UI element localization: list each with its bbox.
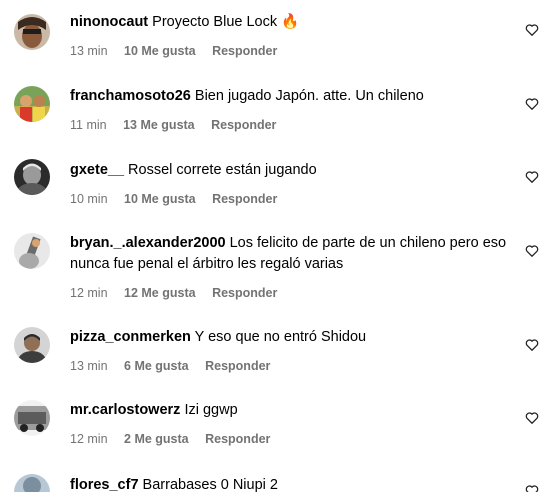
- avatar[interactable]: [14, 86, 50, 122]
- comment-time: 11 min: [70, 118, 107, 132]
- heart-icon[interactable]: [525, 97, 539, 111]
- comment-text: Proyecto Blue Lock 🔥: [152, 14, 300, 30]
- comment-username[interactable]: mr.carlostowerz: [70, 402, 180, 418]
- reply-button[interactable]: Responder: [212, 286, 277, 300]
- comment-text: Barrabases 0 Niupi 2: [142, 477, 278, 493]
- avatar[interactable]: [14, 233, 50, 269]
- reply-button[interactable]: Responder: [212, 192, 277, 206]
- avatar[interactable]: [14, 159, 50, 195]
- comment-body: franchamosoto26 Bien jugado Japón. atte.…: [70, 86, 510, 107]
- comment-meta: 13 min 10 Me gusta Responder: [70, 44, 290, 58]
- comment-username[interactable]: franchamosoto26: [70, 88, 191, 104]
- avatar[interactable]: [14, 327, 50, 363]
- comment-meta: 10 min 10 Me gusta Responder: [70, 192, 290, 206]
- comment-likes[interactable]: 10 Me gusta: [124, 44, 196, 58]
- comment-username[interactable]: ninonocaut: [70, 14, 148, 30]
- reply-button[interactable]: Responder: [205, 432, 270, 446]
- comment-meta: 11 min 13 Me gusta Responder: [70, 118, 289, 132]
- comment-body: mr.carlostowerz Izi ggwp: [70, 400, 510, 421]
- reply-button[interactable]: Responder: [211, 118, 276, 132]
- comment-likes[interactable]: 12 Me gusta: [124, 286, 196, 300]
- comment-likes[interactable]: 2 Me gusta: [124, 432, 189, 446]
- comment-username[interactable]: pizza_conmerken: [70, 329, 191, 345]
- comment-time: 13 min: [70, 44, 108, 58]
- reply-button[interactable]: Responder: [205, 359, 270, 373]
- comment-text: Izi ggwp: [184, 402, 238, 418]
- comment-time: 13 min: [70, 359, 108, 373]
- avatar[interactable]: [14, 14, 50, 50]
- reply-button[interactable]: Responder: [212, 44, 277, 58]
- comment-likes[interactable]: 6 Me gusta: [124, 359, 189, 373]
- comment-body: bryan._.alexander2000 Los felicito de pa…: [70, 233, 510, 275]
- heart-icon[interactable]: [525, 170, 539, 184]
- comment-time: 10 min: [70, 192, 108, 206]
- comment-username[interactable]: bryan._.alexander2000: [70, 235, 226, 251]
- comment-likes[interactable]: 10 Me gusta: [124, 192, 196, 206]
- comment-body: pizza_conmerken Y eso que no entró Shido…: [70, 327, 510, 348]
- comment-likes[interactable]: 13 Me gusta: [123, 118, 195, 132]
- comment-time: 12 min: [70, 286, 108, 300]
- comments-list: ninonocaut Proyecto Blue Lock 🔥 13 min 1…: [0, 0, 550, 504]
- comment-meta: 12 min 12 Me gusta Responder: [70, 286, 290, 300]
- heart-icon[interactable]: [525, 338, 539, 352]
- heart-icon[interactable]: [525, 244, 539, 258]
- comment-username[interactable]: flores_cf7: [70, 477, 139, 493]
- bottom-edge: [0, 492, 550, 504]
- comment-text: Y eso que no entró Shidou: [194, 329, 367, 345]
- comment-text: Rossel correte están jugando: [128, 162, 317, 178]
- comment-username[interactable]: gxete__: [70, 162, 124, 178]
- heart-icon[interactable]: [525, 23, 539, 37]
- comment-meta: 13 min 6 Me gusta Responder: [70, 359, 283, 373]
- comment-body: ninonocaut Proyecto Blue Lock 🔥: [70, 12, 510, 33]
- heart-icon[interactable]: [525, 411, 539, 425]
- comment-time: 12 min: [70, 432, 108, 446]
- comment-body: gxete__ Rossel correte están jugando: [70, 160, 510, 181]
- comment-meta: 12 min 2 Me gusta Responder: [70, 432, 283, 446]
- comment-text: Bien jugado Japón. atte. Un chileno: [194, 88, 424, 104]
- avatar[interactable]: [14, 400, 50, 436]
